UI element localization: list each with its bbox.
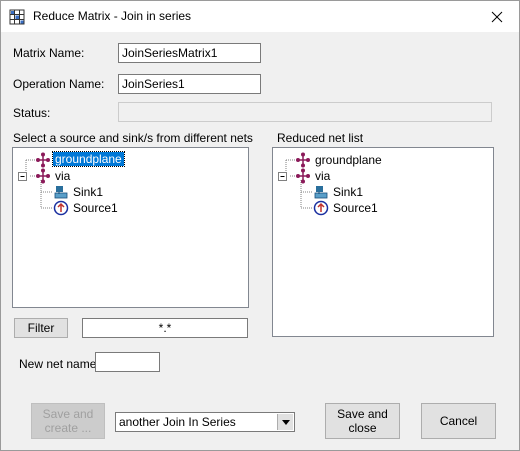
title-bar: Reduce Matrix - Join in series bbox=[1, 1, 519, 32]
matrix-name-label: Matrix Name: bbox=[13, 46, 85, 60]
operation-select[interactable]: another Join In Series bbox=[115, 412, 295, 432]
source-panel-heading: Select a source and sink/s from differen… bbox=[13, 131, 253, 145]
reduced-node-sink1[interactable]: Sink1 bbox=[331, 185, 365, 199]
filter-button[interactable]: Filter bbox=[14, 318, 68, 338]
close-icon bbox=[491, 11, 503, 22]
operation-select-value: another Join In Series bbox=[119, 415, 236, 429]
collapse-toggle-icon bbox=[278, 172, 287, 181]
reduced-node-source1[interactable]: Source1 bbox=[331, 201, 380, 215]
status-label: Status: bbox=[13, 106, 51, 120]
tree-node-sink1[interactable]: Sink1 bbox=[71, 185, 105, 199]
net-icon bbox=[296, 152, 310, 168]
save-and-create-line1: Save and bbox=[42, 407, 94, 421]
save-and-create-button: Save and create ... bbox=[31, 403, 105, 439]
net-icon bbox=[296, 168, 310, 184]
chevron-down-icon bbox=[281, 419, 290, 425]
cancel-button[interactable]: Cancel bbox=[421, 403, 496, 439]
dropdown-arrow[interactable] bbox=[277, 414, 293, 430]
reduced-tree[interactable]: groundplane via Sink1 Source1 bbox=[272, 147, 494, 337]
tree-node-source1[interactable]: Source1 bbox=[71, 201, 120, 215]
sink-icon bbox=[314, 186, 328, 199]
source-icon bbox=[53, 200, 69, 216]
reduce-matrix-dialog: Reduce Matrix - Join in series Matrix Na… bbox=[0, 0, 520, 451]
source-tree[interactable]: groundplane via Sink1 Source1 bbox=[12, 147, 249, 308]
net-icon bbox=[36, 152, 50, 168]
operation-name-label: Operation Name: bbox=[13, 77, 105, 91]
reduced-node-via[interactable]: via bbox=[313, 169, 332, 183]
save-and-close-button[interactable]: Save and close bbox=[325, 403, 400, 439]
close-button[interactable] bbox=[475, 1, 519, 32]
operation-name-input[interactable]: JoinSeries1 bbox=[118, 74, 261, 94]
window-title: Reduce Matrix - Join in series bbox=[33, 9, 192, 23]
new-net-name-input[interactable] bbox=[95, 352, 160, 372]
save-and-create-line2: create ... bbox=[44, 421, 92, 435]
source-icon bbox=[313, 200, 329, 216]
reduced-node-groundplane[interactable]: groundplane bbox=[313, 153, 384, 167]
sink-icon bbox=[54, 186, 68, 199]
collapse-toggle-icon bbox=[18, 172, 27, 181]
filter-input[interactable]: *.* bbox=[82, 318, 248, 338]
net-icon bbox=[36, 168, 50, 184]
reduced-panel-heading: Reduced net list bbox=[277, 131, 364, 145]
matrix-name-input[interactable]: JoinSeriesMatrix1 bbox=[118, 43, 261, 63]
save-and-close-line1: Save and bbox=[337, 407, 388, 421]
status-field bbox=[118, 102, 492, 122]
tree-node-groundplane[interactable]: groundplane bbox=[52, 151, 125, 167]
save-and-close-line2: close bbox=[348, 421, 377, 435]
new-net-name-label: New net name: bbox=[19, 357, 100, 371]
matrix-grid-icon bbox=[9, 9, 25, 25]
tree-node-via[interactable]: via bbox=[53, 169, 72, 183]
